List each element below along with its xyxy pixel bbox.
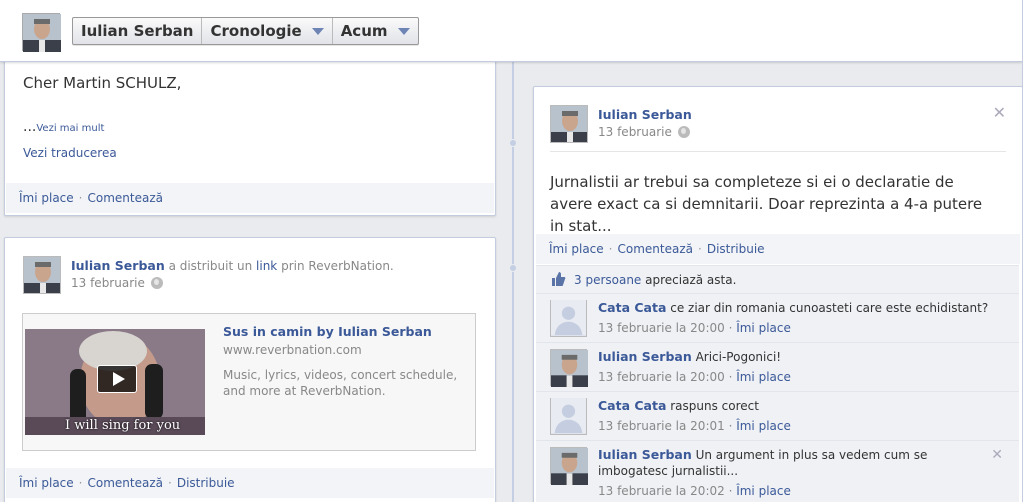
comment-author-link[interactable]: Iulian Serban [598,349,692,364]
comment-like-link[interactable]: Îmi place [736,484,791,498]
comment-item: Iulian Serban Arici-Pogonici! 13 februar… [536,342,1019,391]
post-card-letter: Cher Martin SCHULZ, ...Vezi mai mult Vez… [4,40,496,216]
shared-link-domain: www.reverbnation.com [223,343,362,357]
likes-summary-row: 3 persoane apreciază asta. [536,265,1019,293]
shared-link-preview[interactable]: I will sing for you Sus in camin by Iuli… [22,313,476,451]
shared-link-title[interactable]: Sus in camin by Iulian Serban [223,324,463,339]
separator: · [168,476,172,490]
globe-icon [150,277,163,289]
like-link[interactable]: Îmi place [549,242,604,256]
avatar-photo-icon [551,350,588,387]
post-text: Cher Martin SCHULZ, [23,74,182,92]
comment-author-link[interactable]: Iulian Serban [598,447,692,462]
post-date-link[interactable]: 13 februarie [71,276,145,290]
like-link[interactable]: Îmi place [19,191,74,205]
comment-text: Arici-Pogonici! [695,350,782,364]
now-label: Acum [340,22,388,40]
comment-link[interactable]: Comentează [88,191,164,205]
comment-item: Cata Cata raspuns corect 13 februarie la… [536,391,1019,440]
thumbs-up-icon [550,271,566,290]
comment-like-link[interactable]: Îmi place [736,370,791,384]
timeline-label: Cronologie [210,22,302,40]
comment-time[interactable]: 13 februarie la 20:00 [598,321,725,335]
post-date-link[interactable]: 13 februarie [598,125,672,139]
post-action-bar: Îmi place · Comentează · Distribuie [6,468,494,498]
comment-time[interactable]: 13 februarie la 20:02 [598,484,725,498]
author-name-link[interactable]: Iulian Serban [71,258,165,273]
comment-text: ce ziar din romania cunoasteti care este… [670,301,989,315]
see-more-link[interactable]: Vezi mai mult [36,123,104,134]
profile-name-button[interactable]: Iulian Serban [73,18,203,44]
video-thumbnail[interactable]: I will sing for you [25,329,205,435]
post-text: Jurnalistii ar trebui sa completeze si e… [550,173,983,235]
play-icon[interactable] [97,365,137,393]
default-avatar-icon[interactable] [550,398,587,435]
now-dropdown[interactable]: Acum [333,18,418,44]
separator: · [608,242,613,256]
share-verb-suffix: prin ReverbNation. [281,259,394,273]
timeline-dropdown[interactable]: Cronologie [202,18,333,44]
post-action-bar: Îmi place · Comentează · Distribuie [536,234,1020,264]
chevron-down-icon [397,27,410,35]
timeline-sticky-header: Iulian Serban Cronologie Acum [0,0,1022,62]
scrollbar-track[interactable] [1022,0,1028,502]
share-verb-prefix: a distribuit un [168,259,253,273]
comment-time[interactable]: 13 februarie la 20:00 [598,370,725,384]
timeline-dot [509,139,517,147]
post-action-bar: Îmi place · Comentează [6,183,494,213]
separator: · [78,476,83,490]
share-link[interactable]: Distribuie [707,242,765,256]
author-avatar[interactable] [550,105,588,143]
author-name-link[interactable]: Iulian Serban [598,107,692,122]
comment-like-link[interactable]: Îmi place [736,419,791,433]
avatar-photo-icon [23,14,61,52]
comment-text: raspuns corect [670,399,759,413]
profile-name-label: Iulian Serban [81,22,194,40]
avatar-photo-icon [24,257,60,293]
author-avatar[interactable] [23,256,61,294]
likes-suffix: apreciază asta. [645,273,737,287]
shared-link-description: Music, lyrics, videos, concert schedule,… [223,368,458,398]
chevron-down-icon [311,27,324,35]
comment-link[interactable]: Comentează [88,476,164,490]
avatar[interactable] [550,447,588,485]
likers-count-link[interactable]: 3 persoane [574,273,641,287]
timeline-dot [509,264,517,272]
comment-author-link[interactable]: Cata Cata [598,398,666,413]
share-link[interactable]: Distribuie [177,476,235,490]
link-word[interactable]: link [256,259,277,273]
close-icon[interactable]: ✕ [991,447,1003,463]
avatar[interactable] [22,13,61,52]
globe-icon [677,126,690,138]
avatar-photo-icon [551,106,587,142]
like-link[interactable]: Îmi place [19,476,74,490]
comment-link[interactable]: Comentează [618,242,694,256]
avatar[interactable] [550,349,588,387]
thumbnail-caption: I will sing for you [65,418,181,433]
comment-item: Cata Cata ce ziar din romania cunoasteti… [536,293,1019,342]
comment-time[interactable]: 13 februarie la 20:01 [598,419,725,433]
divider [550,151,1006,152]
timeline-spine [512,0,514,502]
timeline-nav: Iulian Serban Cronologie Acum [72,17,419,45]
default-avatar-icon[interactable] [550,300,587,337]
post-ellipsis: ... [23,119,37,135]
comment-item: Iulian Serban Un argument in plus sa ved… [536,440,1019,502]
see-translation-link[interactable]: Vezi traducerea [23,146,117,160]
avatar-photo-icon [551,448,588,485]
close-icon[interactable]: ✕ [993,103,1006,122]
comment-like-link[interactable]: Îmi place [736,321,791,335]
separator: · [78,191,83,205]
comment-author-link[interactable]: Cata Cata [598,300,666,315]
separator: · [698,242,702,256]
